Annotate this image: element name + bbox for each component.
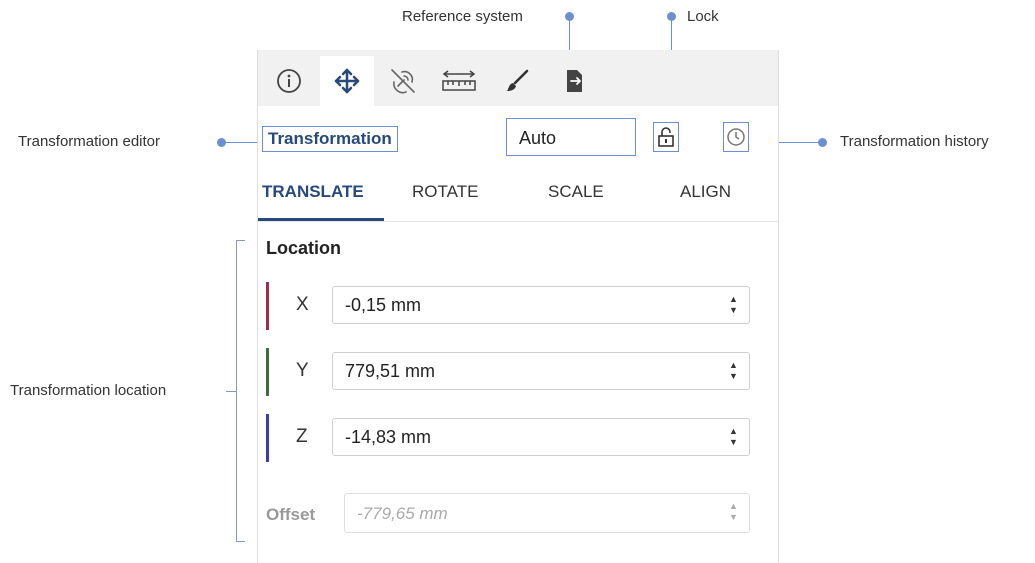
transform-tabs: TRANSLATE ROTATE SCALE ALIGN	[258, 182, 778, 222]
no-satellite-icon	[391, 69, 415, 94]
transformation-editor-leader	[222, 142, 262, 143]
satellite-tab-button[interactable]	[376, 56, 430, 106]
offset-row: Offset -779,65 mm ▲ ▼	[266, 493, 766, 535]
reference-system-select[interactable]: Auto	[506, 118, 636, 156]
info-tab-button[interactable]	[262, 56, 316, 106]
panel-toolbar	[258, 50, 778, 106]
transformation-location-leader	[226, 391, 236, 392]
transformation-editor-annotation: Transformation editor	[18, 133, 161, 150]
y-value-input[interactable]: 779,51 mm ▲ ▼	[332, 352, 750, 390]
transformation-history-dot	[818, 138, 827, 147]
x-axis-color-bar	[266, 282, 269, 330]
lock-button[interactable]	[653, 122, 679, 152]
lock-icon	[658, 127, 674, 147]
z-value: -14,83 mm	[345, 427, 432, 447]
move-tab-button[interactable]	[320, 56, 374, 106]
brush-icon	[507, 69, 529, 91]
lock-annotation: Lock	[687, 8, 719, 25]
history-button[interactable]	[723, 122, 749, 152]
tab-align[interactable]: ALIGN	[680, 182, 731, 202]
tab-translate[interactable]: TRANSLATE	[262, 182, 364, 202]
transformation-location-annotation: Transformation location	[10, 382, 167, 399]
transformation-history-annotation: Transformation history	[840, 133, 989, 150]
transformation-location-bracket	[236, 240, 245, 542]
info-icon	[277, 69, 301, 93]
z-value-input[interactable]: -14,83 mm ▲ ▼	[332, 418, 750, 456]
tab-rotate[interactable]: ROTATE	[412, 182, 478, 202]
location-y-row: Y 779,51 mm ▲ ▼	[266, 348, 766, 396]
reference-system-annotation: Reference system	[402, 8, 523, 25]
ruler-icon	[442, 70, 476, 91]
y-axis-label: Y	[296, 360, 309, 381]
move-icon	[334, 68, 360, 94]
export-document-icon	[567, 70, 582, 92]
z-axis-color-bar	[266, 414, 269, 462]
y-axis-color-bar	[266, 348, 269, 396]
x-value-input[interactable]: -0,15 mm ▲ ▼	[332, 286, 750, 324]
offset-value: -779,65 mm	[357, 504, 448, 523]
z-stepper[interactable]: ▲ ▼	[729, 427, 739, 447]
location-x-row: X -0,15 mm ▲ ▼	[266, 282, 766, 330]
z-axis-label: Z	[296, 426, 308, 447]
properties-panel: Transformation Auto TRANSLATE ROTATE SCA…	[257, 50, 779, 563]
measure-tab-button[interactable]	[432, 56, 486, 106]
tabs-divider	[258, 221, 778, 222]
offset-label: Offset	[266, 505, 316, 524]
clock-icon	[727, 128, 745, 146]
editor-title: Transformation	[262, 126, 398, 152]
y-stepper[interactable]: ▲ ▼	[729, 361, 739, 381]
tab-scale[interactable]: SCALE	[548, 182, 604, 202]
paint-tab-button[interactable]	[490, 56, 544, 106]
x-value: -0,15 mm	[345, 295, 422, 315]
x-stepper[interactable]: ▲ ▼	[729, 295, 739, 315]
location-z-row: Z -14,83 mm ▲ ▼	[266, 414, 766, 462]
offset-stepper: ▲ ▼	[729, 501, 738, 522]
y-value: 779,51 mm	[345, 361, 436, 381]
location-heading: Location	[266, 238, 341, 258]
export-tab-button[interactable]	[548, 56, 602, 106]
offset-input: -779,65 mm ▲ ▼	[344, 493, 750, 533]
x-axis-label: X	[296, 294, 309, 315]
